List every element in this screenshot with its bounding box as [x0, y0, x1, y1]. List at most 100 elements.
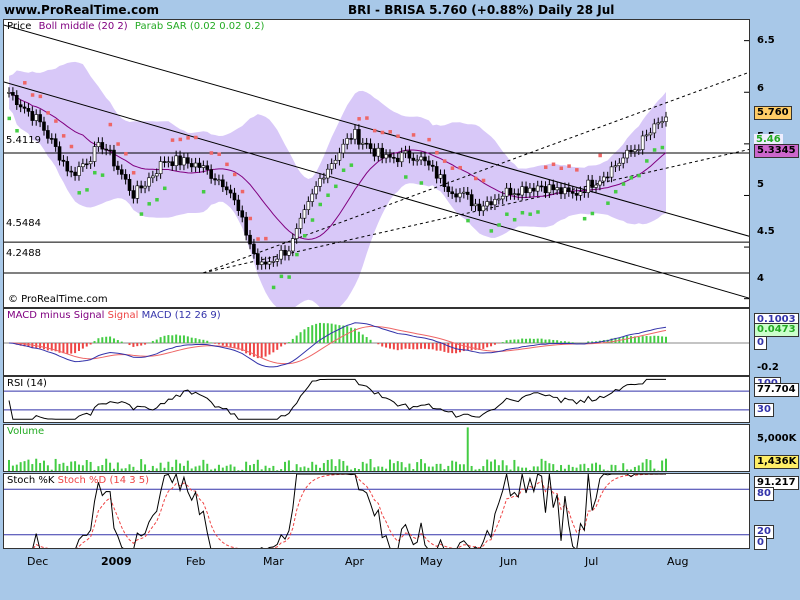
candle-body [88, 161, 93, 165]
macd-histogram-bar [350, 327, 353, 343]
sar-dot [30, 93, 35, 97]
macd-histogram-bar [630, 336, 633, 343]
macd-histogram-bar [517, 339, 520, 343]
volume-bar [167, 461, 170, 471]
macd-histogram-bar [361, 334, 364, 343]
sar-dot [186, 136, 190, 140]
sar-dot [334, 184, 338, 189]
rsi-tag: 77.704 [754, 383, 799, 397]
macd-histogram-bar [571, 342, 574, 343]
volume-bar [365, 463, 368, 471]
sar-dot [131, 171, 136, 175]
macd-histogram-bar [412, 343, 415, 350]
macd-histogram-bar [93, 341, 96, 343]
sar-label: Parab SAR (0.02 0.02 0.2) [134, 21, 265, 32]
candle-body [283, 249, 287, 256]
sar-dot [536, 210, 540, 214]
candle-body [294, 228, 299, 239]
volume-bar [536, 466, 539, 471]
sar-dot [225, 162, 229, 167]
macd-histogram-bar [427, 343, 430, 350]
volume-bar [334, 466, 337, 471]
volume-bar [206, 463, 209, 471]
volume-bar [396, 461, 399, 471]
volume-bar [645, 459, 648, 471]
candle-body [170, 161, 175, 166]
volume-bar [486, 459, 489, 471]
volume-bar [563, 468, 566, 471]
macd-panel[interactable]: MACD minus Signal Signal MACD (12 26 9) [3, 308, 750, 376]
volume-bar [70, 461, 73, 471]
macd-histogram-bar [175, 334, 178, 343]
rsi-panel[interactable]: RSI (14) [3, 376, 750, 423]
candle-body [633, 149, 637, 153]
volume-bar [420, 459, 423, 471]
macd-histogram-bar [369, 339, 372, 343]
volume-bar [303, 466, 306, 471]
candle-body [104, 148, 108, 151]
candle-body [34, 114, 39, 121]
volume-bar [89, 461, 92, 471]
macd-histogram-bar [563, 341, 566, 343]
sar-dot [637, 173, 641, 178]
macd-histogram-bar [521, 338, 524, 343]
candle-body [213, 178, 217, 181]
macd-line [8, 322, 667, 368]
sar-dot [660, 145, 665, 150]
macd-histogram-bar [202, 339, 205, 343]
candle-body [535, 185, 540, 192]
sar-dot [349, 163, 354, 167]
volume-bar [528, 469, 531, 471]
sar-dot [147, 202, 151, 206]
volume-bar [342, 460, 345, 471]
stoch-panel[interactable]: Stoch %K Stoch %D (14 3 5) [3, 473, 750, 549]
volume-bar [124, 468, 127, 471]
macd-histogram-bar [171, 335, 174, 343]
candle-body [407, 150, 412, 159]
macd-line-label: MACD (12 26 9) [141, 310, 221, 321]
candle-body [38, 114, 42, 123]
sar-dot [23, 81, 27, 85]
volume-bar [548, 463, 551, 471]
sar-dot [264, 236, 268, 241]
volume-bar [435, 463, 438, 471]
xtick: Jun [500, 555, 518, 568]
xtick: Apr [345, 555, 365, 568]
price-panel[interactable]: Price Boll middle (20 2) Parab SAR (0.02… [3, 19, 750, 308]
candle-body [314, 186, 318, 195]
candle-body [539, 185, 544, 188]
candle-body [186, 157, 190, 164]
macd-histogram-bar [159, 337, 162, 343]
sar-dot [77, 191, 81, 195]
candle-body [49, 138, 54, 140]
volume-bar [77, 464, 80, 471]
volume-bar [19, 462, 22, 471]
candle-body [582, 191, 587, 194]
sar-dot [15, 129, 19, 133]
volume-bar [470, 465, 473, 471]
sar-dot [613, 189, 618, 194]
macd-histogram-bar [46, 343, 49, 351]
sar-dot [528, 212, 532, 216]
volume-bar [182, 465, 185, 471]
candle-body [228, 189, 233, 194]
macd-histogram-bar [206, 340, 209, 343]
macd-histogram-bar [567, 341, 570, 343]
candle-body [574, 193, 579, 196]
candle-body [376, 147, 381, 157]
macd-histogram-bar [315, 323, 318, 343]
macd-histogram-bar [416, 343, 419, 350]
volume-panel[interactable]: Volume [3, 424, 750, 472]
candle-body [53, 138, 58, 147]
candle-body [158, 161, 163, 174]
sar-dot [551, 162, 556, 167]
volume-bar [579, 464, 582, 471]
candle-body [427, 160, 431, 166]
macd-histogram-bar [105, 336, 108, 343]
candle-body [613, 165, 618, 168]
volume-bar [392, 463, 395, 471]
macd-histogram-bar [447, 343, 450, 353]
sar-dot [139, 212, 144, 216]
volume-bar [443, 469, 446, 471]
candle-body [617, 162, 622, 166]
